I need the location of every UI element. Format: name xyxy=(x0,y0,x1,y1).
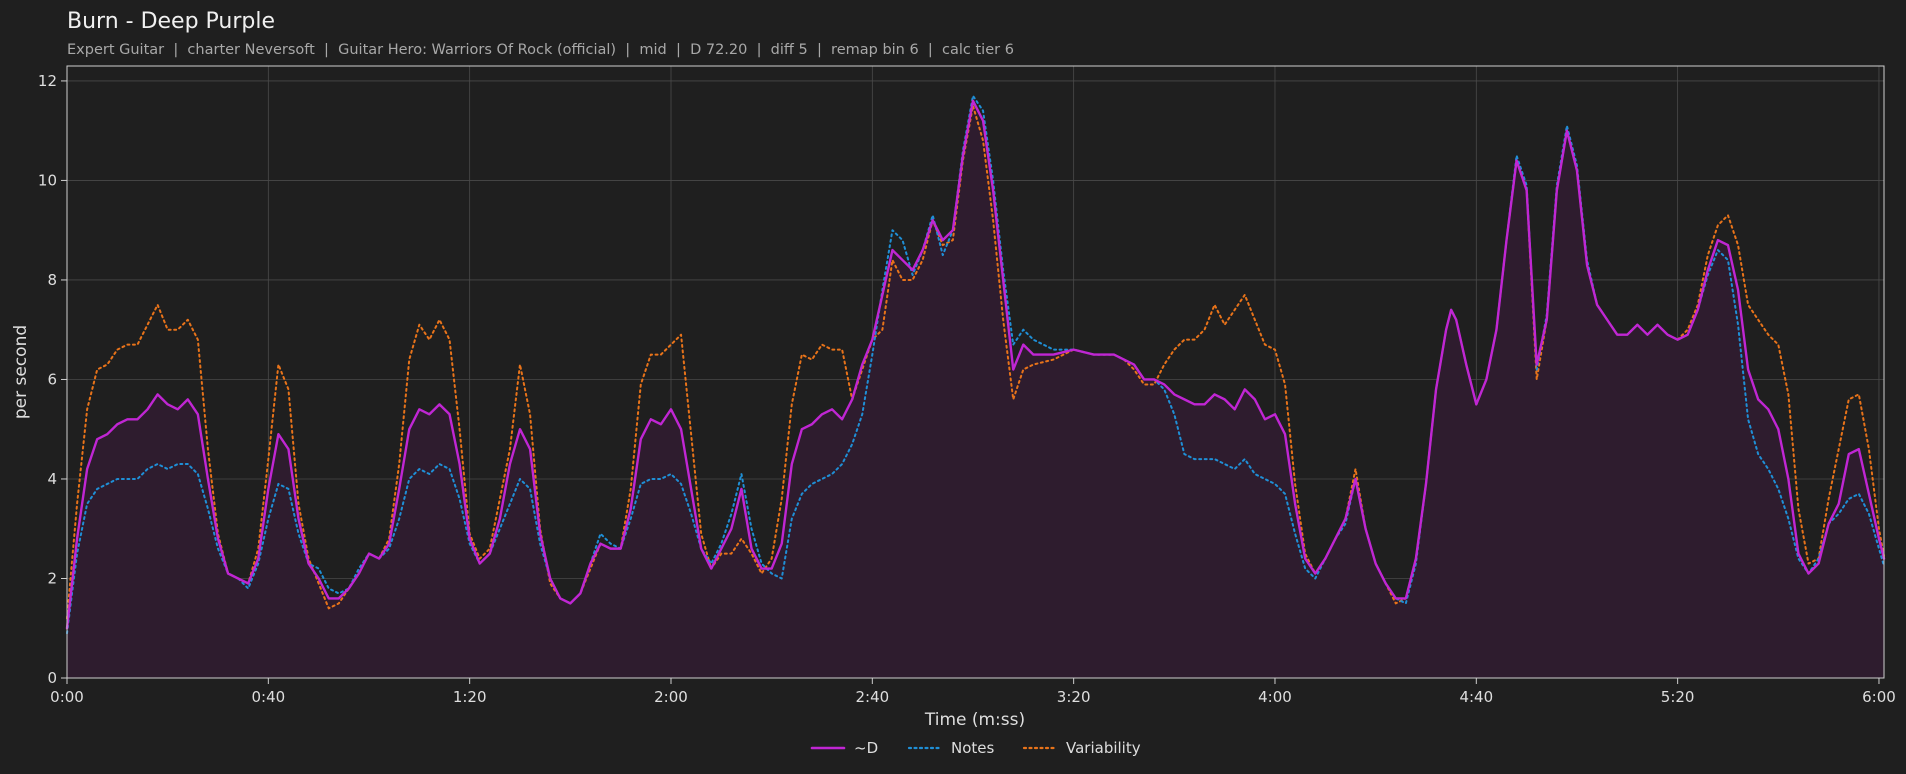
legend-label-d: ~D xyxy=(854,739,878,757)
x-tick-label: 2:00 xyxy=(654,688,688,706)
x-tick-label: 5:20 xyxy=(1661,688,1695,706)
y-axis-label: per second xyxy=(11,325,31,419)
x-tick-label: 1:20 xyxy=(453,688,487,706)
x-tick-label: 3:20 xyxy=(1057,688,1091,706)
y-tick-label: 4 xyxy=(47,470,57,488)
x-tick-label: 6:00 xyxy=(1862,688,1896,706)
y-tick-label: 8 xyxy=(47,271,57,289)
y-tick-label: 2 xyxy=(47,569,57,587)
y-tick-label: 10 xyxy=(38,171,57,189)
x-tick-label: 2:40 xyxy=(855,688,889,706)
x-tick-label: 4:00 xyxy=(1258,688,1292,706)
chart: Burn - Deep Purple Expert Guitar | chart… xyxy=(0,0,1906,774)
y-tick-label: 12 xyxy=(38,72,57,90)
x-tick-label: 4:40 xyxy=(1459,688,1493,706)
chart-subtitle: Expert Guitar | charter Neversoft | Guit… xyxy=(67,42,1014,58)
legend-label-notes: Notes xyxy=(951,739,995,757)
legend: ~D Notes Variability xyxy=(810,739,1141,757)
x-tick-label: 0:00 xyxy=(50,688,84,706)
x-axis-label: Time (m:ss) xyxy=(924,710,1025,730)
y-tick-label: 0 xyxy=(47,669,57,687)
legend-label-variability: Variability xyxy=(1066,739,1141,757)
x-tick-label: 0:40 xyxy=(251,688,285,706)
y-tick-label: 6 xyxy=(47,370,57,388)
chart-title: Burn - Deep Purple xyxy=(67,9,275,34)
